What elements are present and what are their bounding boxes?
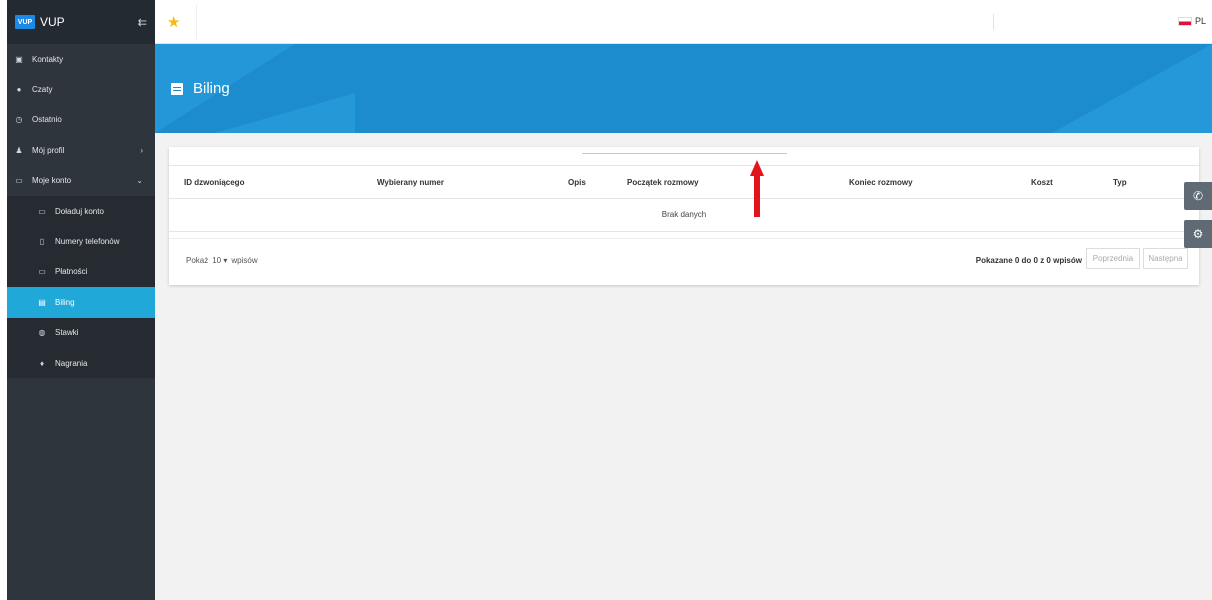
gear-icon[interactable]: ⚙ [1184, 220, 1212, 248]
column-header[interactable]: Typ [1113, 178, 1127, 187]
billing-card: ID dzwoniącego Wybierany numer Opis Pocz… [169, 147, 1199, 285]
chevron-down-icon: ⌄ [136, 176, 143, 186]
sidebar-item-label: Płatności [55, 267, 88, 277]
language-label: PL [1194, 16, 1206, 26]
sidebar-item-label: Kontakty [32, 54, 64, 64]
sidebar-item-label: Ostatnio [32, 115, 62, 125]
sidebar-item-kontakty[interactable]: ▣ Kontakty [7, 44, 155, 74]
sidebar-item-ostatnio[interactable]: ◷ Ostatnio [7, 105, 155, 135]
star-icon[interactable]: ★ [167, 13, 180, 31]
column-header[interactable]: Koniec rozmowy [849, 178, 913, 187]
entries-label: wpisów [231, 256, 258, 265]
menu-collapse-icon[interactable]: ⇇ [138, 16, 147, 29]
empty-message: Brak danych [661, 210, 707, 219]
page-title: Biling [171, 80, 230, 97]
page-banner: Biling [155, 44, 1212, 133]
clock-icon: ◷ [15, 115, 23, 125]
money-icon: ▭ [38, 206, 46, 216]
contacts-icon: ▣ [15, 54, 23, 64]
page-title-text: Biling [193, 80, 230, 97]
phone-icon[interactable]: ✆ [1184, 182, 1212, 210]
sidebar-item-label: Biling [55, 297, 75, 307]
page-size-select[interactable]: 10 ▾ [212, 256, 227, 265]
sidebar: VUP VUP ⇇ ▣ Kontakty ● Czaty ◷ Ostatnio … [7, 0, 155, 600]
search-input[interactable] [582, 153, 787, 154]
language-switcher[interactable]: PL [1177, 16, 1206, 26]
brand-logo: VUP [15, 15, 35, 29]
show-label: Pokaż [186, 256, 209, 265]
sidebar-submenu: ▭ Doładuj konto ▯ Numery telefonów ▭ Pła… [7, 195, 155, 379]
user-icon: ♟ [15, 145, 23, 155]
top-header: ★ PL [155, 0, 1212, 44]
brand: VUP VUP ⇇ [7, 0, 155, 44]
brand-name[interactable]: VUP [40, 15, 65, 29]
main-content: ID dzwoniącego Wybierany numer Opis Pocz… [155, 133, 1212, 600]
previous-page-button[interactable]: Poprzednia [1086, 248, 1140, 269]
sidebar-item-label: Czaty [32, 85, 53, 95]
sidebar-item-label: Numery telefonów [55, 237, 120, 247]
sidebar-item-moje-konto[interactable]: ▭ Moje konto ⌄ [7, 166, 155, 196]
sidebar-item-stawki[interactable]: ◍ Stawki [7, 318, 155, 348]
sidebar-item-numery-telefonow[interactable]: ▯ Numery telefonów [7, 226, 155, 256]
billing-table: ID dzwoniącego Wybierany numer Opis Pocz… [169, 165, 1199, 232]
column-header[interactable]: Wybierany numer [377, 178, 444, 187]
list-icon: ▤ [38, 297, 46, 307]
page-size-control: Pokaż 10 ▾ wpisów [186, 256, 258, 265]
list-icon [171, 82, 183, 95]
globe-icon: ◍ [38, 328, 46, 338]
flag-pl-icon [1177, 16, 1192, 26]
divider [196, 5, 197, 39]
sidebar-item-moj-profil[interactable]: ♟ Mój profil › [7, 135, 155, 165]
divider [993, 14, 994, 30]
sidebar-item-doladuj-konto[interactable]: ▭ Doładuj konto [7, 196, 155, 226]
column-header[interactable]: Początek rozmowy [627, 178, 699, 187]
column-header[interactable]: Koszt [1031, 178, 1053, 187]
column-header[interactable]: Opis [568, 178, 586, 187]
sidebar-item-platnosci[interactable]: ▭ Płatności [7, 257, 155, 287]
phone-device-icon: ▯ [39, 237, 45, 247]
next-page-button[interactable]: Następna [1143, 248, 1188, 269]
sidebar-item-biling[interactable]: ▤ Biling [7, 287, 155, 318]
table-header: ID dzwoniącego Wybierany numer Opis Pocz… [169, 166, 1199, 199]
divider [169, 238, 1199, 239]
sidebar-item-czaty[interactable]: ● Czaty [7, 74, 155, 104]
chat-icon: ● [16, 85, 22, 95]
table-body: Brak danych [169, 199, 1199, 232]
sidebar-nav: ▣ Kontakty ● Czaty ◷ Ostatnio ♟ Mój prof… [7, 44, 155, 379]
sidebar-item-nagrania[interactable]: ♦ Nagrania [7, 348, 155, 378]
sidebar-item-label: Nagrania [55, 358, 88, 368]
chevron-right-icon: › [140, 145, 143, 155]
mic-icon: ♦ [39, 358, 45, 368]
sidebar-item-label: Stawki [55, 328, 79, 338]
payments-icon: ▭ [38, 267, 46, 277]
sidebar-item-label: Doładuj konto [55, 206, 104, 216]
money-icon: ▭ [15, 176, 23, 186]
red-arrow-annotation [750, 160, 764, 217]
sidebar-item-label: Mój profil [32, 145, 65, 155]
column-header[interactable]: ID dzwoniącego [184, 178, 244, 187]
sidebar-item-label: Moje konto [32, 176, 72, 186]
pagination-info: Pokazane 0 do 0 z 0 wpisów [975, 256, 1082, 265]
